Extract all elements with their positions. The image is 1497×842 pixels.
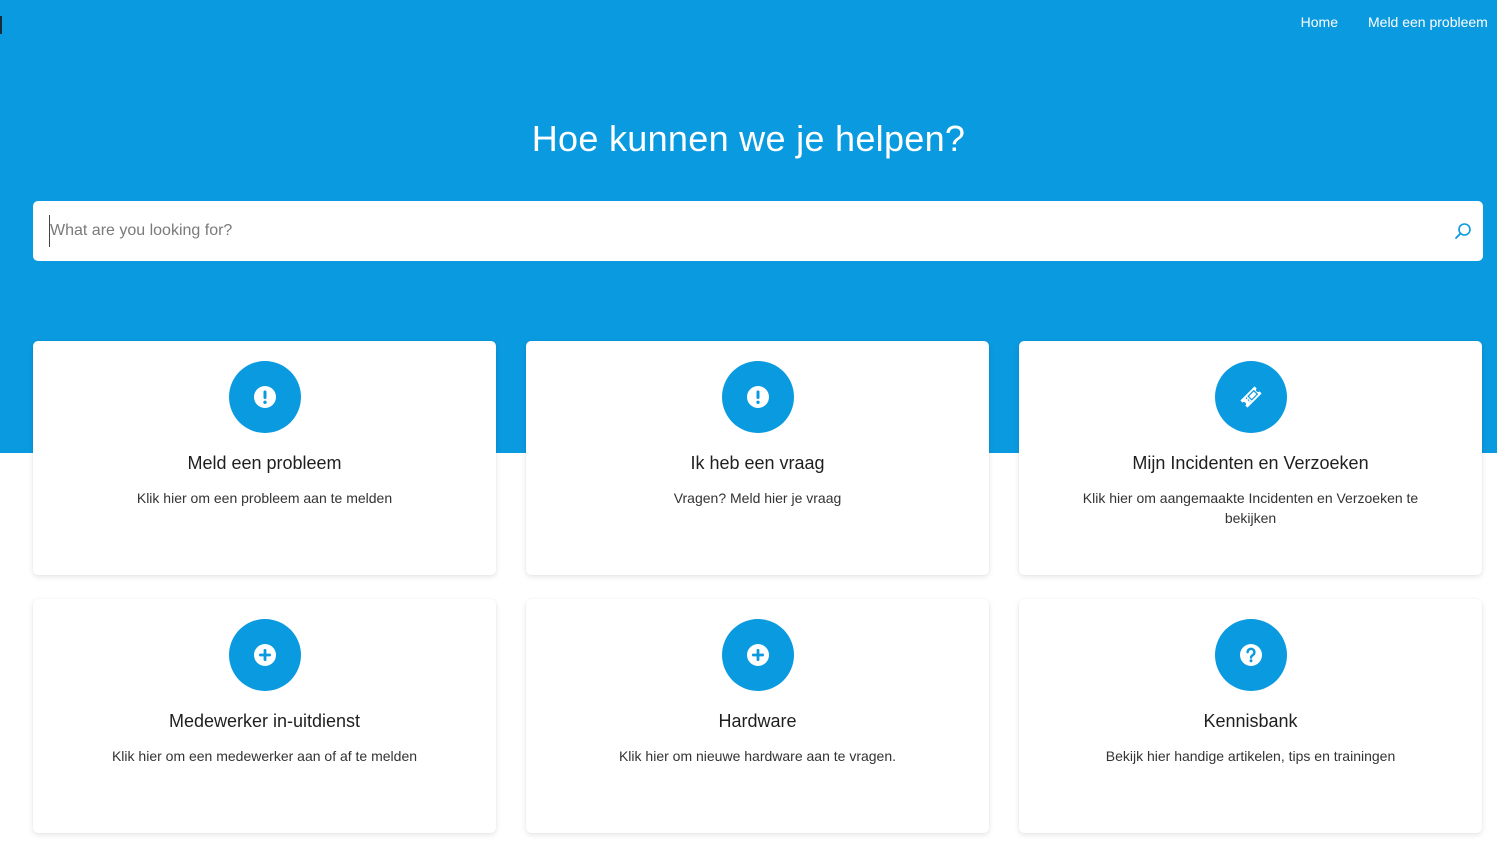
card-title: Hardware [718,711,797,731]
exclamation-icon [746,386,769,408]
card-employee-onboarding[interactable]: Medewerker in-uitdienst Klik hier om een… [33,599,496,833]
card-question[interactable]: Ik heb een vraag Vragen? Meld hier je vr… [526,341,989,575]
card-title: Ik heb een vraag [690,453,825,473]
search-icon[interactable] [1453,221,1473,241]
search-input[interactable] [49,215,1432,247]
card-hardware[interactable]: Hardware Klik hier om nieuwe hardware aa… [526,599,989,833]
card-description: Klik hier om een medewerker aan of af te… [111,748,418,764]
card-report-problem[interactable]: Meld een probleem Klik hier om een probl… [33,341,496,575]
card-icon-circle [1214,619,1287,691]
plus-icon [253,644,276,666]
question-icon [1239,644,1262,666]
exclamation-icon [253,386,276,408]
page-title: Hoe kunnen we je helpen? [531,118,966,159]
card-description: Klik hier om nieuwe hardware aan te vrag… [618,748,897,764]
edge-marker [0,16,2,34]
card-icon-circle [228,619,301,691]
card-description: Bekijk hier handige artikelen, tips en t… [1105,748,1396,764]
card-icon-circle [228,361,301,433]
ticket-icon [1239,386,1262,408]
plus-icon [746,644,769,666]
card-title: Meld een probleem [187,453,342,473]
top-navigation: Home Meld een probleem [1301,12,1497,32]
nav-report-problem-link[interactable]: Meld een probleem [1368,14,1497,30]
card-description: Klik hier om een probleem aan te melden [136,490,393,506]
search-bar [33,201,1483,261]
card-my-incidents[interactable]: Mijn Incidenten en Verzoeken Klik hier o… [1019,341,1482,575]
card-description: Klik hier om aangemaakte Incidenten en V… [1082,490,1419,526]
card-icon-circle [721,361,794,433]
card-icon-circle [1214,361,1287,433]
card-description: Vragen? Meld hier je vraag [673,490,842,506]
nav-home-link[interactable]: Home [1301,14,1338,30]
card-knowledge-base[interactable]: Kennisbank Bekijk hier handige artikelen… [1019,599,1482,833]
card-title: Kennisbank [1203,711,1298,731]
card-title: Mijn Incidenten en Verzoeken [1132,453,1369,473]
card-icon-circle [721,619,794,691]
card-title: Medewerker in-uitdienst [168,711,361,731]
